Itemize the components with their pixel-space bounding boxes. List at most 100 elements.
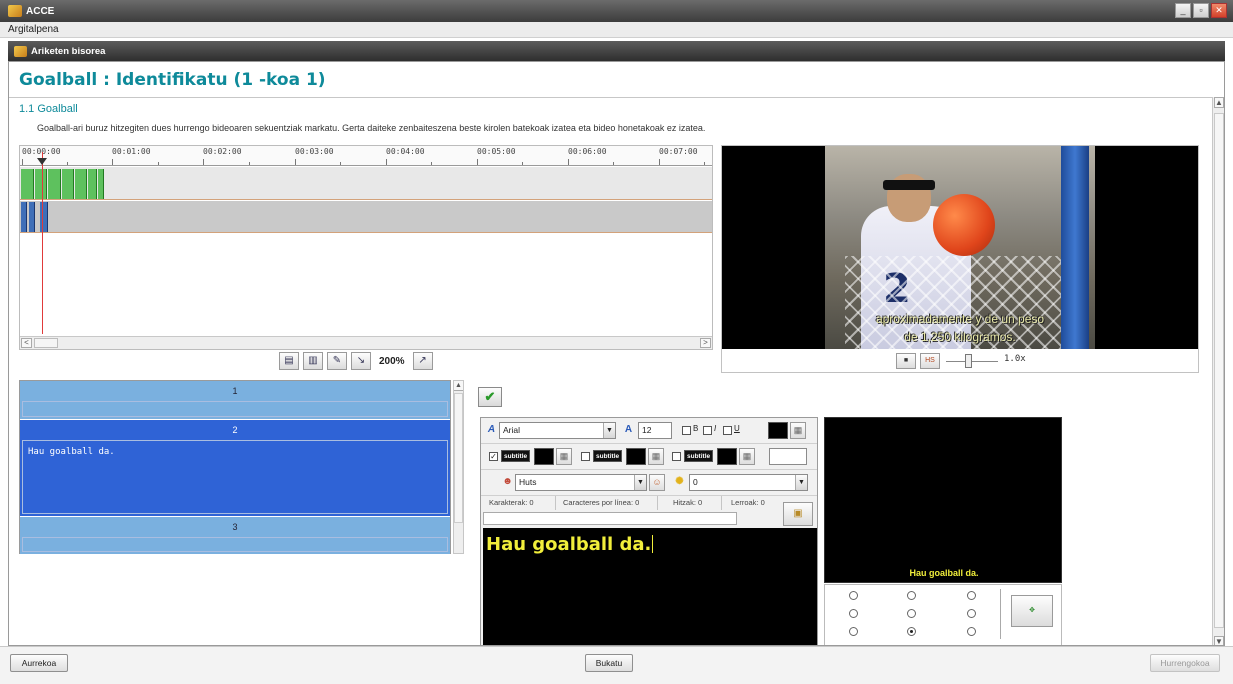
- subtitle-item-selected[interactable]: 2 Hau goalball da.: [20, 420, 450, 516]
- zoom-out-icon[interactable]: ↘: [351, 352, 371, 370]
- menu-argitalpena[interactable]: Argitalpena: [8, 24, 59, 35]
- scene-segment[interactable]: [48, 169, 61, 199]
- timeline[interactable]: 00:00:00 00:01:00 00:02:00 00:03:00 00:0…: [19, 145, 713, 350]
- position-radio-middle-center[interactable]: [907, 609, 916, 618]
- speaker-select[interactable]: Huts ▼: [515, 474, 647, 491]
- scroll-down-arrow[interactable]: ▼: [1214, 636, 1224, 645]
- tick-label: 00:05:00: [477, 147, 516, 156]
- bold-checkbox[interactable]: [682, 426, 691, 435]
- position-radio-top-left[interactable]: [849, 591, 858, 600]
- scroll-left-arrow[interactable]: <: [21, 338, 32, 348]
- next-button[interactable]: Hurrengokoa: [1150, 654, 1220, 672]
- scroll-up-arrow[interactable]: ▲: [1214, 97, 1224, 108]
- scroll-up-arrow[interactable]: ▲: [454, 381, 463, 391]
- color-picker-icon[interactable]: ▦: [556, 448, 572, 465]
- zoom-in-icon[interactable]: ↗: [412, 352, 433, 370]
- shadow-color-swatch[interactable]: [717, 448, 737, 465]
- box-style-button[interactable]: [769, 448, 807, 465]
- font-select[interactable]: Arial ▼: [499, 422, 616, 439]
- edit-input-bar[interactable]: [483, 512, 737, 525]
- subtitle-item[interactable]: 3: [20, 517, 450, 554]
- position-radio-bottom-left[interactable]: [849, 627, 858, 636]
- accept-check-button[interactable]: ✔: [478, 387, 502, 407]
- edit-pencil-icon[interactable]: ✎: [327, 352, 347, 370]
- playhead[interactable]: [42, 152, 43, 334]
- scroll-thumb[interactable]: [1214, 113, 1224, 628]
- speed-slider-track[interactable]: [946, 361, 998, 362]
- text-color-swatch[interactable]: [768, 422, 788, 439]
- font-size-input[interactable]: 12: [638, 422, 672, 439]
- outline-color-swatch[interactable]: [626, 448, 646, 465]
- speaker-value: Huts: [519, 477, 537, 487]
- subtitle-list-scrollbar[interactable]: ▲: [453, 380, 464, 554]
- subtitle-list[interactable]: 1 2 Hau goalball da. 3: [19, 380, 451, 554]
- underline-checkbox[interactable]: [723, 426, 732, 435]
- color-picker-icon[interactable]: ▦: [739, 448, 755, 465]
- background-color-swatch[interactable]: [534, 448, 554, 465]
- time-ruler[interactable]: 00:00:00 00:01:00 00:02:00 00:03:00 00:0…: [20, 146, 712, 166]
- shadow-checkbox[interactable]: [672, 452, 681, 461]
- color-picker-icon[interactable]: ▦: [648, 448, 664, 465]
- tick-mark: [158, 162, 159, 165]
- scene-segment[interactable]: [98, 169, 104, 199]
- subtitle-text-box[interactable]: [22, 401, 448, 417]
- add-segment-icon[interactable]: ▤: [279, 352, 299, 370]
- video-frame: 2 aproximadamente y de un peso de 1,250 …: [825, 146, 1095, 349]
- restore-button[interactable]: ▫: [1193, 3, 1209, 18]
- scene-segment[interactable]: [62, 169, 74, 199]
- italic-checkbox[interactable]: [703, 426, 712, 435]
- color-picker-icon[interactable]: ▦: [790, 422, 806, 439]
- scene-segment[interactable]: [21, 169, 34, 199]
- previous-button[interactable]: Aurrekoa: [10, 654, 68, 672]
- playhead-marker-icon[interactable]: [37, 158, 47, 165]
- tick-mark: [67, 162, 68, 165]
- chevron-down-icon[interactable]: ▼: [795, 475, 807, 490]
- subtitle-segment[interactable]: [29, 202, 35, 232]
- effect-select[interactable]: 0 ▼: [689, 474, 808, 491]
- move-subtitle-icon[interactable]: ✥: [1011, 595, 1053, 627]
- scroll-right-arrow[interactable]: >: [700, 338, 711, 348]
- subtitle-text-area[interactable]: Hau goalball da.: [483, 528, 817, 645]
- tick-label: 00:02:00: [203, 147, 242, 156]
- minimize-button[interactable]: _: [1175, 3, 1191, 18]
- subtitle-number: 3: [232, 522, 238, 532]
- timeline-scrollbar[interactable]: < >: [20, 336, 712, 349]
- background-checkbox[interactable]: ✓: [489, 452, 498, 461]
- subtitle-track[interactable]: [20, 201, 712, 233]
- scene-segment[interactable]: [35, 169, 47, 199]
- tick-mark: [203, 159, 204, 165]
- scene-segment[interactable]: [88, 169, 97, 199]
- chevron-down-icon[interactable]: ▼: [603, 423, 615, 438]
- position-radio-middle-right[interactable]: [967, 609, 976, 618]
- close-button[interactable]: ✕: [1211, 3, 1227, 18]
- subtitle-text-box[interactable]: Hau goalball da.: [22, 440, 448, 514]
- speed-slider-thumb[interactable]: [965, 354, 972, 368]
- stop-icon[interactable]: ■: [896, 353, 916, 369]
- speaker-edit-icon[interactable]: ☺: [649, 474, 665, 491]
- subtitle-item[interactable]: 1: [20, 381, 450, 419]
- position-radio-bottom-center[interactable]: [907, 627, 916, 636]
- hs-button[interactable]: HS: [920, 353, 940, 369]
- chevron-down-icon[interactable]: ▼: [634, 475, 646, 490]
- remove-segment-icon[interactable]: ▥: [303, 352, 323, 370]
- position-radio-top-right[interactable]: [967, 591, 976, 600]
- font-size-icon: A: [624, 424, 633, 435]
- subtitle-segment[interactable]: [21, 202, 27, 232]
- subtitle-text-box[interactable]: [22, 537, 448, 552]
- notes-icon[interactable]: ▣: [783, 502, 813, 526]
- font-value: Arial: [503, 425, 521, 435]
- outline-checkbox[interactable]: [581, 452, 590, 461]
- page-scrollbar[interactable]: ▲ ▼: [1212, 97, 1224, 645]
- segment-track[interactable]: [20, 167, 712, 200]
- position-radio-top-center[interactable]: [907, 591, 916, 600]
- video-screen[interactable]: 2 aproximadamente y de un peso de 1,250 …: [722, 146, 1198, 349]
- position-radio-middle-left[interactable]: [849, 609, 858, 618]
- video-player[interactable]: 2 aproximadamente y de un peso de 1,250 …: [721, 145, 1199, 373]
- window-title: ACCE: [26, 5, 55, 17]
- timeline-scroll-thumb[interactable]: [34, 338, 58, 348]
- position-radio-bottom-right[interactable]: [967, 627, 976, 636]
- list-scroll-thumb[interactable]: [454, 393, 463, 523]
- finish-button[interactable]: Bukatu: [585, 654, 633, 672]
- subtitle-style-tag: subtitle: [684, 450, 714, 462]
- scene-segment[interactable]: [75, 169, 87, 199]
